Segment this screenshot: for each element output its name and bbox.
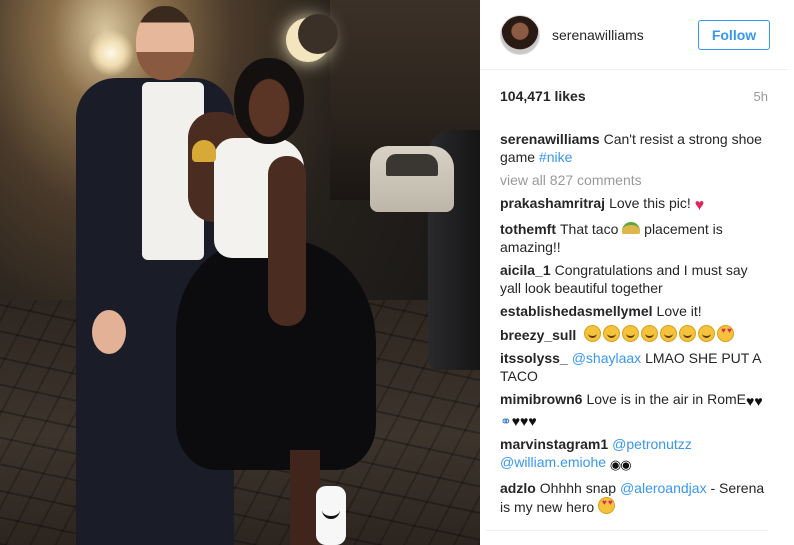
smiling-face-icon (698, 325, 716, 342)
smiling-face-icon (679, 325, 697, 342)
post-info-panel: serenawilliams Follow 104,471 likes 5h s… (480, 0, 794, 545)
comment-mention[interactable]: @petronutzz (612, 436, 692, 452)
comment-item: adzlo Ohhhh snap @aleroandjax - Serena is… (500, 479, 768, 516)
photo-nike-shoe (316, 486, 346, 545)
caption: serenawilliams Can't resist a strong shoe… (500, 130, 768, 166)
caption-username[interactable]: serenawilliams (500, 131, 600, 147)
comment-item: marvinstagram1 @petronutzz @william.emioh… (500, 435, 768, 474)
heart-eyes-icon (717, 325, 735, 342)
photo-white-car (370, 146, 454, 212)
comment-text: Love is in the air in RomE (586, 391, 746, 407)
comment-username[interactable]: tothemft (500, 221, 556, 237)
comment-username[interactable]: establishedasmellymel (500, 303, 653, 319)
comment-username[interactable]: breezy_sull (500, 327, 576, 343)
eyes-icon: ◉◉ (609, 457, 632, 472)
ring-icon: ⚭ (500, 413, 512, 429)
photo-taco (192, 140, 216, 162)
photo-woman-arm (268, 156, 306, 326)
smiling-face-icon (622, 325, 640, 342)
instagram-post: serenawilliams Follow 104,471 likes 5h s… (0, 0, 794, 545)
comment-text: Love it! (656, 303, 702, 319)
post-photo[interactable] (0, 0, 480, 545)
comment-item: mimibrown6 Love is in the air in RomE♥♥⚭♥… (500, 390, 768, 430)
comment-item: tothemft That taco placement is amazing!! (500, 220, 768, 256)
taco-icon (622, 222, 641, 234)
post-timestamp[interactable]: 5h (754, 89, 768, 104)
photo-street-lamp (88, 30, 134, 76)
follow-button[interactable]: Follow (698, 19, 770, 50)
comment-username[interactable]: marvinstagram1 (500, 436, 608, 452)
comment-item: prakashamritraj Love this pic! ♥ (500, 194, 768, 215)
post-header: serenawilliams Follow (480, 0, 788, 70)
comment-item: breezy_sull (500, 325, 768, 344)
likes-count[interactable]: 104,471 likes (500, 88, 586, 104)
comment-username[interactable]: mimibrown6 (500, 391, 582, 407)
comment-text: Love this pic! (609, 195, 691, 211)
heart-eyes-icon (598, 497, 616, 514)
photo-crescent-moon-decoration (286, 14, 338, 62)
smiling-face-icon (584, 325, 602, 342)
red-heart-icon: ♥ (694, 197, 705, 214)
photo-man-hand (92, 310, 126, 354)
comments-divider (486, 530, 768, 531)
post-username[interactable]: serenawilliams (552, 27, 698, 43)
photo-man-head (136, 6, 194, 80)
caption-hashtag[interactable]: #nike (539, 149, 572, 165)
black-heart-icon: ♥♥ (746, 393, 763, 409)
comment-item: itssolyss_ @shaylaax LMAO SHE PUT A TACO (500, 349, 768, 385)
couple-with-heart-icon: ♥ (511, 413, 521, 429)
comment-text: Ohhhh snap (539, 480, 617, 496)
comment-mention[interactable]: @william.emiohe (500, 454, 606, 470)
comment-text: That taco (560, 221, 619, 237)
post-stats: 104,471 likes 5h (480, 70, 794, 122)
comment-mention[interactable]: @aleroandjax (620, 480, 707, 496)
smiling-face-icon (660, 325, 678, 342)
comment-username[interactable]: aicila_1 (500, 262, 551, 278)
smiling-face-icon (641, 325, 659, 342)
black-heart-icon: ♥♥ (520, 413, 537, 429)
comment-username[interactable]: itssolyss_ (500, 350, 568, 366)
comment-username[interactable]: prakashamritraj (500, 195, 605, 211)
view-all-comments-link[interactable]: view all 827 comments (500, 171, 768, 189)
comment-item: aicila_1 Congratulations and I must say y… (500, 261, 768, 297)
comment-item: establishedasmellymel Love it! (500, 302, 768, 320)
comments-list: serenawilliams Can't resist a strong shoe… (480, 122, 794, 545)
comment-username[interactable]: adzlo (500, 480, 536, 496)
comment-mention[interactable]: @shaylaax (572, 350, 641, 366)
photo-woman-head (234, 58, 304, 144)
smiling-face-icon (603, 325, 621, 342)
avatar[interactable] (500, 14, 540, 55)
